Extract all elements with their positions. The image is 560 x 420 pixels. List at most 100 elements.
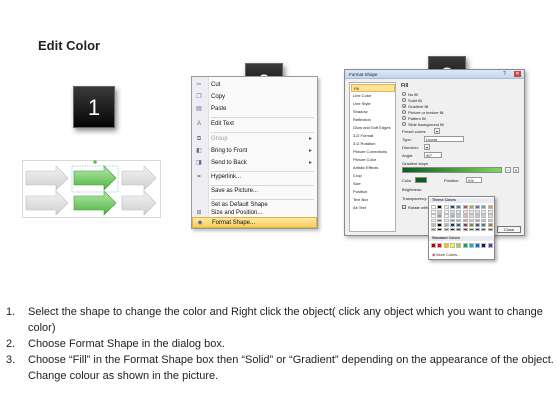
color-swatch[interactable]: [449, 205, 455, 209]
color-swatch[interactable]: [443, 243, 449, 248]
color-swatch[interactable]: [431, 243, 436, 248]
color-swatch[interactable]: [475, 205, 481, 209]
color-swatch[interactable]: [462, 205, 468, 209]
color-swatch[interactable]: [487, 223, 493, 227]
radio-slide-bg-fill[interactable]: [402, 122, 406, 126]
color-swatch[interactable]: [431, 205, 436, 209]
rotate-with-shape-checkbox[interactable]: ✓: [402, 205, 406, 210]
color-swatch[interactable]: [481, 227, 487, 232]
color-swatch[interactable]: [437, 223, 443, 227]
color-swatch[interactable]: [437, 214, 443, 218]
color-swatch[interactable]: [449, 214, 455, 218]
category-item[interactable]: Artistic Effects: [351, 164, 395, 172]
category-item[interactable]: Fill: [351, 84, 395, 92]
color-swatch[interactable]: [462, 223, 468, 227]
color-swatch[interactable]: [481, 214, 487, 218]
color-swatch[interactable]: [481, 210, 487, 214]
menu-item-edit-text[interactable]: A Edit Text: [192, 119, 317, 130]
color-swatch[interactable]: [431, 223, 436, 227]
color-swatch[interactable]: [449, 227, 455, 232]
category-item[interactable]: Text Box: [351, 196, 395, 204]
category-item[interactable]: Glow and Soft Edges: [351, 124, 395, 132]
color-swatch[interactable]: [443, 214, 449, 218]
type-select[interactable]: Linear: [424, 136, 464, 142]
category-item[interactable]: Reflection: [351, 116, 395, 124]
color-swatch[interactable]: [431, 210, 436, 214]
direction-dropdown[interactable]: ▾: [424, 144, 430, 150]
menu-item-send-to-back[interactable]: ◨ Send to Back ▸: [192, 158, 317, 169]
more-colors-item[interactable]: ◉ More Colors...: [432, 252, 460, 257]
menu-item-save-as-picture[interactable]: Save as Picture...: [192, 186, 317, 197]
color-swatch[interactable]: [481, 243, 487, 248]
category-item[interactable]: Position: [351, 188, 395, 196]
color-swatch[interactable]: [487, 205, 493, 209]
color-swatch[interactable]: [456, 214, 462, 218]
color-swatch[interactable]: [437, 218, 443, 223]
color-swatch[interactable]: [443, 223, 449, 227]
color-swatch[interactable]: [487, 218, 493, 223]
menu-item-cut[interactable]: ✂ Cut: [192, 80, 317, 91]
color-swatch[interactable]: [475, 243, 481, 248]
category-item[interactable]: 3-D Format: [351, 132, 395, 140]
color-swatch[interactable]: [481, 218, 487, 223]
color-swatch[interactable]: [462, 218, 468, 223]
menu-item-group[interactable]: ⧉ Group ▸: [192, 134, 317, 145]
color-swatch[interactable]: [431, 214, 436, 218]
color-swatch[interactable]: [449, 218, 455, 223]
category-item[interactable]: Line Color: [351, 92, 395, 100]
angle-input[interactable]: 90°: [424, 152, 442, 158]
selected-arrow-shape[interactable]: [22, 160, 161, 218]
color-swatch[interactable]: [456, 205, 462, 209]
color-swatch[interactable]: [475, 210, 481, 214]
radio-no-fill[interactable]: [402, 92, 406, 96]
color-swatch[interactable]: [462, 214, 468, 218]
menu-item-paste[interactable]: ▤ Paste: [192, 104, 317, 115]
category-item[interactable]: Shadow: [351, 108, 395, 116]
category-item[interactable]: Alt Text: [351, 204, 395, 212]
menu-item-bring-to-front[interactable]: ◧ Bring to Front ▸: [192, 146, 317, 157]
color-swatch[interactable]: [481, 205, 487, 209]
help-icon[interactable]: ?: [501, 71, 508, 77]
color-swatch[interactable]: [437, 227, 443, 232]
category-item[interactable]: Size: [351, 180, 395, 188]
radio-picture-fill[interactable]: [402, 110, 406, 114]
close-icon[interactable]: ✕: [514, 71, 521, 77]
color-swatch[interactable]: [475, 214, 481, 218]
remove-stop-icon[interactable]: ✕: [513, 167, 519, 173]
color-swatch[interactable]: [443, 205, 449, 209]
color-swatch[interactable]: [462, 243, 468, 248]
color-swatch[interactable]: [431, 227, 436, 232]
color-swatch[interactable]: [456, 210, 462, 214]
color-swatch[interactable]: [443, 227, 449, 232]
preset-colors-dropdown[interactable]: ▾: [434, 128, 440, 134]
category-item[interactable]: 3-D Rotation: [351, 140, 395, 148]
color-swatch[interactable]: [475, 218, 481, 223]
category-item[interactable]: Picture Corrections: [351, 148, 395, 156]
color-swatch[interactable]: [449, 210, 455, 214]
radio-solid-fill[interactable]: [402, 98, 406, 102]
color-swatch[interactable]: [443, 218, 449, 223]
color-swatch[interactable]: [443, 210, 449, 214]
color-swatch[interactable]: [456, 227, 462, 232]
menu-item-copy[interactable]: ❐ Copy: [192, 92, 317, 103]
color-swatch[interactable]: [468, 218, 474, 223]
color-swatch[interactable]: [487, 214, 493, 218]
color-swatch[interactable]: [468, 205, 474, 209]
color-swatch[interactable]: [468, 227, 474, 232]
radio-gradient-fill[interactable]: [402, 104, 406, 108]
color-picker-button[interactable]: [415, 177, 427, 183]
color-swatch[interactable]: [475, 223, 481, 227]
category-item[interactable]: Picture Color: [351, 156, 395, 164]
position-input[interactable]: 0%: [466, 177, 482, 183]
category-item[interactable]: Line Style: [351, 100, 395, 108]
color-swatch[interactable]: [431, 218, 436, 223]
color-swatch[interactable]: [456, 218, 462, 223]
color-swatch[interactable]: [449, 223, 455, 227]
color-swatch[interactable]: [468, 223, 474, 227]
color-swatch[interactable]: [462, 210, 468, 214]
radio-pattern-fill[interactable]: [402, 116, 406, 120]
color-swatch[interactable]: [481, 223, 487, 227]
menu-item-hyperlink[interactable]: ⚭ Hyperlink...: [192, 172, 317, 183]
color-swatch[interactable]: [449, 243, 455, 248]
color-swatch[interactable]: [487, 210, 493, 214]
